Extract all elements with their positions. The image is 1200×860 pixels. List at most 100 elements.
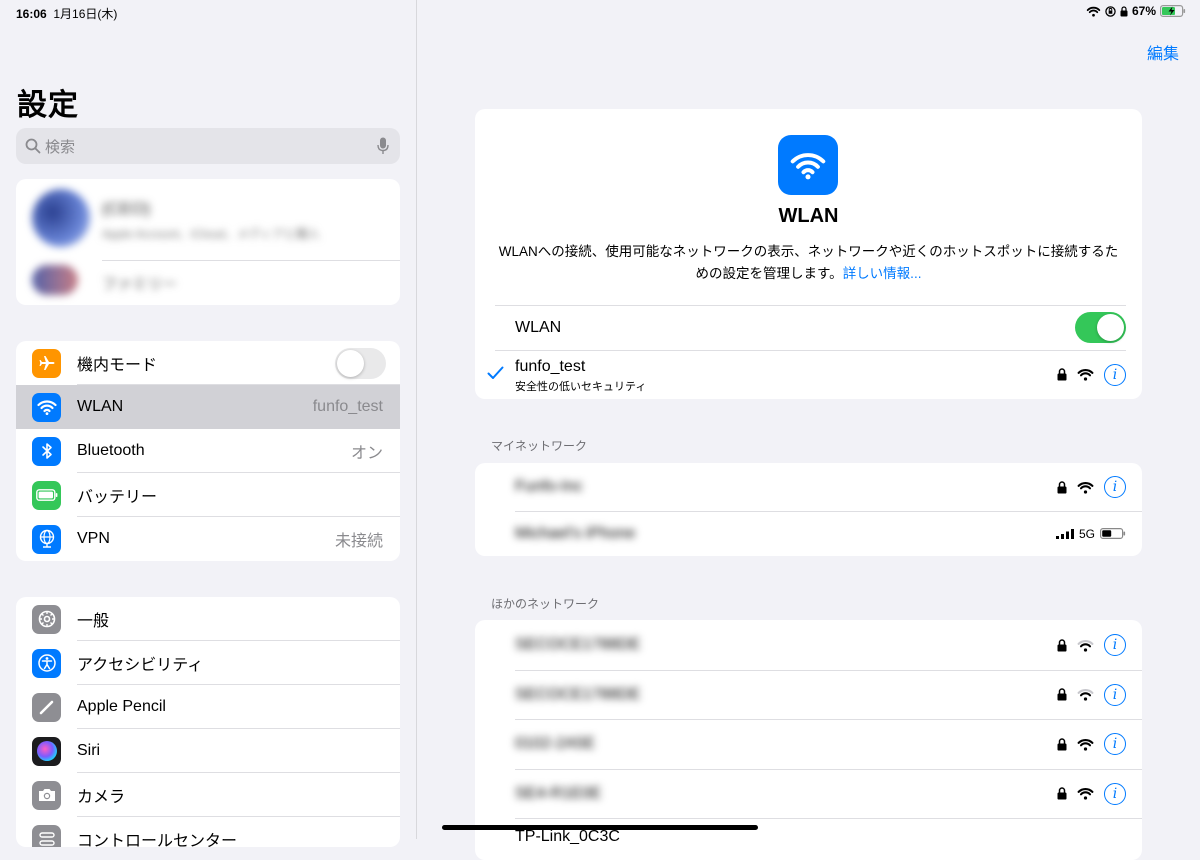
siri-icon [32, 736, 61, 766]
lock-icon [1057, 787, 1067, 800]
info-icon[interactable]: i [1104, 733, 1126, 755]
battery-percent: 67% [1131, 4, 1156, 18]
search-icon [25, 138, 41, 154]
sidebar-item-label: VPN [77, 530, 110, 547]
sidebar-item-airplane[interactable]: 機内モード [16, 341, 400, 385]
my-networks-header: マイネットワーク [491, 439, 588, 453]
network-name: SE4-R1E0E [515, 784, 602, 802]
network-name: TP-Link_0C3C [515, 828, 620, 845]
sidebar-item-label: バッテリー [77, 489, 158, 506]
info-icon[interactable]: i [1104, 782, 1126, 805]
wifi-signal-icon [1077, 368, 1094, 381]
sidebar-item-camera[interactable]: カメラ [16, 773, 400, 817]
network-row[interactable]: Funfo-Inc i [475, 463, 1142, 511]
sidebar: 16:06 1月16日(木) 設定 検索 (CEO) Apple Account… [0, 0, 417, 847]
page-title: 設定 [17, 89, 79, 122]
sidebar-item-battery[interactable]: バッテリー [16, 473, 400, 517]
globe-icon [32, 524, 61, 554]
sidebar-item-bluetooth[interactable]: Bluetooth オン [16, 429, 400, 473]
battery-icon [1100, 528, 1126, 539]
connectivity-group: 機内モード WLAN funfo_test Bluetooth オン バッテリー [16, 341, 400, 561]
gear-icon [32, 604, 61, 634]
sidebar-item-control-center[interactable]: コントロールセンター [16, 817, 400, 847]
network-row[interactable]: SECOCE1788DE i [475, 620, 1142, 670]
avatar [32, 189, 90, 247]
sidebar-item-apple-pencil[interactable]: Apple Pencil [16, 685, 400, 729]
wifi-signal-icon [1077, 639, 1094, 652]
wifi-icon [778, 135, 838, 195]
lock-icon [1057, 368, 1067, 381]
network-name: SECOCE1788DE [515, 636, 641, 653]
camera-icon [32, 780, 61, 810]
checkmark-icon [487, 366, 504, 380]
info-icon[interactable]: i [1104, 683, 1126, 706]
battery-icon [32, 480, 61, 510]
other-networks-header: ほかのネットワーク [491, 597, 600, 611]
wifi-icon [32, 392, 61, 422]
network-name: 0102-2A5E [515, 735, 596, 752]
wifi-signal-icon [1077, 738, 1094, 751]
wlan-toggle[interactable] [1075, 312, 1126, 343]
lock-status-icon [1120, 5, 1128, 16]
sidebar-item-label: アクセシビリティ [77, 657, 204, 674]
sidebar-item-label: Bluetooth [77, 442, 145, 459]
lock-icon [1057, 737, 1067, 750]
network-name: SECOCE1788DE [515, 685, 641, 703]
accessibility-icon [32, 648, 61, 678]
network-row[interactable]: SECOCE1788DE i [475, 670, 1142, 719]
search-input[interactable]: 検索 [45, 136, 75, 157]
cellular-type: 5G [1078, 526, 1095, 541]
connected-network-name: funfo_test [515, 358, 586, 375]
wifi-signal-icon [1077, 688, 1094, 701]
sidebar-item-wlan[interactable]: WLAN funfo_test [16, 385, 400, 429]
network-row[interactable]: Michael's iPhone 5G [475, 511, 1142, 556]
wlan-card: WLAN WLANへの接続、使用可能なネットワークの表示、ネットワークや近くのホ… [475, 109, 1142, 399]
network-name: Funfo-Inc [515, 478, 583, 495]
sidebar-item-label: Apple Pencil [77, 698, 166, 715]
connected-network-row[interactable]: funfo_test 安全性の低いセキュリティ i [475, 350, 1142, 399]
info-icon[interactable]: i [1104, 363, 1126, 386]
wifi-status-icon [1086, 6, 1101, 17]
learn-more-link[interactable]: 詳しい情報... [843, 266, 922, 281]
network-row[interactable]: SE4-R1E0E i [475, 769, 1142, 818]
lock-icon [1057, 638, 1067, 651]
other-networks-card: SECOCE1788DE i SECOCE1788DE i 0102-2A5E … [475, 620, 1142, 860]
wlan-toggle-row: WLAN [475, 305, 1142, 350]
wlan-description: WLANへの接続、使用可能なネットワークの表示、ネットワークや近くのホットスポッ… [498, 244, 1119, 281]
network-row[interactable]: 0102-2A5E i [475, 719, 1142, 769]
bluetooth-icon [32, 436, 61, 466]
family-avatar [32, 265, 78, 295]
sidebar-item-general[interactable]: 一般 [16, 597, 400, 641]
detail-pane: 67% 編集 WLAN WLANへの接続、使用可能なネットワークの表示、ネットワ… [417, 0, 1200, 860]
sidebar-item-vpn[interactable]: VPN 未接続 [16, 517, 400, 561]
edit-button[interactable]: 編集 [1147, 40, 1179, 64]
sidebar-item-value: funfo_test [312, 398, 383, 415]
sidebar-item-label: WLAN [77, 398, 124, 415]
wifi-signal-icon [1077, 787, 1094, 800]
account-subtitle: Apple Account、iCloud、メディアと購入 [102, 227, 320, 241]
orientation-lock-icon [1105, 5, 1116, 17]
family-label: ファミリー [102, 276, 178, 293]
wlan-title: WLAN [778, 205, 839, 227]
battery-charging-icon [1160, 5, 1186, 17]
sidebar-item-value: オン [350, 445, 383, 462]
home-indicator[interactable] [442, 825, 758, 830]
sidebar-item-label: コントロールセンター [77, 833, 238, 847]
account-name: (CEO) [102, 199, 151, 218]
info-icon[interactable]: i [1104, 634, 1126, 656]
status-time: 16:06 1月16日(木) [16, 7, 118, 21]
microphone-icon[interactable] [377, 137, 389, 155]
lock-icon [1057, 688, 1067, 701]
lock-icon [1057, 480, 1067, 493]
info-icon[interactable]: i [1104, 476, 1126, 498]
sidebar-item-accessibility[interactable]: アクセシビリティ [16, 641, 400, 685]
search-bar[interactable]: 検索 [16, 128, 400, 164]
general-group: 一般 アクセシビリティ Apple Pencil Siri カメラ コントロール… [16, 597, 400, 847]
wlan-toggle-label: WLAN [515, 318, 562, 336]
connected-network-subtitle: 安全性の低いセキュリティ [515, 381, 647, 393]
status-bar-right: 67% [1086, 4, 1186, 18]
airplane-mode-toggle[interactable] [335, 347, 386, 379]
account-card[interactable]: (CEO) Apple Account、iCloud、メディアと購入 ファミリー [16, 179, 400, 305]
sidebar-item-siri[interactable]: Siri [16, 729, 400, 773]
pencil-icon [32, 692, 61, 722]
